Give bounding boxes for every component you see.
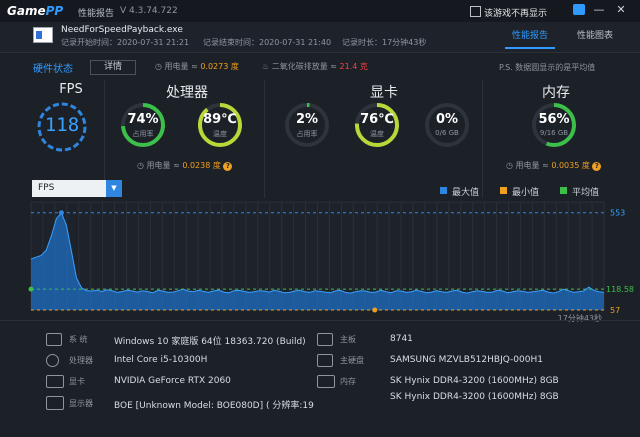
disk-value: SAMSUNG MZVLB512HBJQ-000H1 — [390, 355, 543, 365]
memory-title: 内存 — [542, 85, 570, 101]
divider — [482, 80, 483, 198]
memory-power-value: 0.0035 度 — [551, 161, 590, 170]
active-tab-indicator — [505, 47, 555, 49]
os-label: 系 统 — [69, 335, 88, 344]
memory-value-1: SK Hynix DDR4-3200 (1600MHz) 8GB — [390, 376, 559, 386]
exe-name: NeedForSpeedPayback.exe — [61, 25, 183, 35]
logo-text-accent: PP — [45, 4, 64, 18]
fps-title: FPS — [59, 82, 83, 97]
memory-value-2: SK Hynix DDR4-3200 (1600MHz) 8GB — [390, 392, 559, 402]
divider — [0, 320, 640, 321]
app-exe-icon — [33, 27, 53, 43]
cpu-power-value: 0.0238 度 — [182, 161, 221, 170]
cpu-temp-value: 89℃ — [203, 112, 237, 127]
version-label: V 4.3.74.722 — [120, 6, 178, 16]
cpu-temp-label: 温度 — [213, 130, 227, 138]
gpu-temp-value: 76℃ — [360, 112, 394, 127]
window-title: 性能报告 — [78, 9, 115, 19]
gpu-vram-label: 0/6 GB — [435, 129, 459, 137]
fps-value: 118 — [44, 114, 80, 136]
legend-max-swatch — [440, 187, 447, 194]
clock-icon: ◷ — [506, 161, 513, 170]
memory-icon — [317, 375, 335, 388]
memory-power-label: 用电量 ≈ — [515, 161, 552, 170]
max-label: 553 — [610, 209, 625, 218]
co2-label: 二氧化碳排放量 ≈ — [271, 62, 340, 71]
metric-dropdown-value: FPS — [38, 183, 55, 193]
gpu-usage-label: 占用率 — [296, 130, 318, 138]
co2-value: 21.4 克 — [339, 62, 368, 71]
disk-icon — [317, 354, 333, 367]
dont-show-label: 该游戏不再显示 — [484, 9, 548, 19]
monitor-value: BOE [Unknown Model: BOE080D] ( 分辨率:1920*… — [114, 401, 314, 411]
tab-performance-report[interactable]: 性能报告 — [512, 28, 548, 41]
hardware-status-label: 硬件状态 — [33, 64, 73, 75]
start-time: 记录开始时间：2020-07-31 21:21 — [61, 38, 190, 47]
min-label: 57 — [610, 306, 620, 315]
gpu-temp-label: 温度 — [370, 130, 384, 138]
legend-min-label: 最小值 — [512, 188, 540, 198]
disk-label: 主硬盘 — [340, 356, 364, 365]
memory-power: ◷ 用电量 ≈ 0.0035 度 ? — [506, 160, 602, 171]
gamepp-logo: GamePP — [7, 4, 63, 18]
cpu-power: ◷ 用电量 ≈ 0.0238 度 ? — [137, 160, 233, 171]
motherboard-value: 8741 — [390, 334, 413, 344]
memory-usage-value: 56% — [538, 112, 570, 127]
avg-point — [28, 286, 34, 292]
tab-performance-chart[interactable]: 性能图表 — [577, 28, 613, 41]
cpu-icon — [46, 354, 59, 367]
cpu-label: 处理器 — [69, 356, 93, 365]
cpu-power-label: 用电量 ≈ — [146, 161, 183, 170]
clock-icon: ◷ — [155, 62, 162, 71]
legend-avg-swatch — [560, 187, 567, 194]
monitor-label: 显示器 — [69, 399, 93, 408]
os-icon — [46, 333, 62, 346]
details-button[interactable]: 详情 — [90, 60, 136, 75]
gpu-title: 显卡 — [370, 85, 398, 101]
cpu-usage-label: 占用率 — [132, 130, 154, 138]
legend-max-label: 最大值 — [452, 188, 480, 198]
minimize-icon[interactable]: — — [592, 3, 606, 17]
avg-label: 118.58 — [606, 285, 634, 294]
gpu-label: 显卡 — [69, 377, 85, 386]
memory-usage-label: 9/16 GB — [539, 129, 569, 137]
legend-min-swatch — [500, 187, 507, 194]
help-icon[interactable]: ? — [592, 162, 602, 171]
ps-note: P.S. 数据圆显示的是平均值 — [499, 63, 596, 72]
cpu-usage-value: 74% — [127, 112, 159, 127]
logo-text-main: Game — [7, 4, 46, 18]
power-total-value: 0.0273 度 — [200, 62, 239, 71]
power-total-label: 用电量 ≈ — [164, 62, 201, 71]
metric-dropdown[interactable]: FPS ▼ — [32, 180, 122, 197]
gpu-value: NVIDIA GeForce RTX 2060 — [114, 376, 231, 386]
co2-icon: ♨ — [262, 62, 270, 71]
co2-emission: ♨ 二氧化碳排放量 ≈ 21.4 克 — [262, 61, 368, 72]
os-value: Windows 10 家庭版 64位 18363.720 (Build) — [114, 337, 306, 347]
memory-label: 内存 — [340, 377, 356, 386]
cpu-title: 处理器 — [166, 85, 208, 101]
motherboard-label: 主板 — [340, 335, 356, 344]
chevron-down-icon[interactable]: ▼ — [106, 180, 122, 197]
power-total: ◷ 用电量 ≈ 0.0273 度 — [155, 61, 239, 72]
fps-chart: 553 118.58 57 17分钟43秒 — [28, 201, 634, 323]
divider — [264, 80, 265, 198]
close-icon[interactable]: ✕ — [614, 3, 628, 17]
dont-show-checkbox[interactable] — [470, 6, 481, 17]
gpu-icon — [46, 375, 64, 388]
min-point — [372, 307, 378, 313]
legend-avg-label: 平均值 — [572, 188, 600, 198]
max-point — [58, 210, 64, 216]
cpu-value: Intel Core i5-10300H — [114, 355, 208, 365]
clock-icon: ◷ — [137, 161, 144, 170]
end-time: 记录结束时间：2020-07-31 21:40 — [203, 38, 332, 47]
screenshot-camera-icon[interactable] — [573, 4, 585, 15]
duration: 记录时长：17分钟43秒 — [342, 38, 427, 47]
duration-label: 17分钟43秒 — [558, 313, 602, 323]
gpu-vram-value: 0% — [435, 112, 459, 127]
motherboard-icon — [317, 333, 333, 346]
gpu-usage-value: 2% — [295, 112, 319, 127]
help-icon[interactable]: ? — [223, 162, 233, 171]
monitor-icon — [46, 396, 64, 410]
